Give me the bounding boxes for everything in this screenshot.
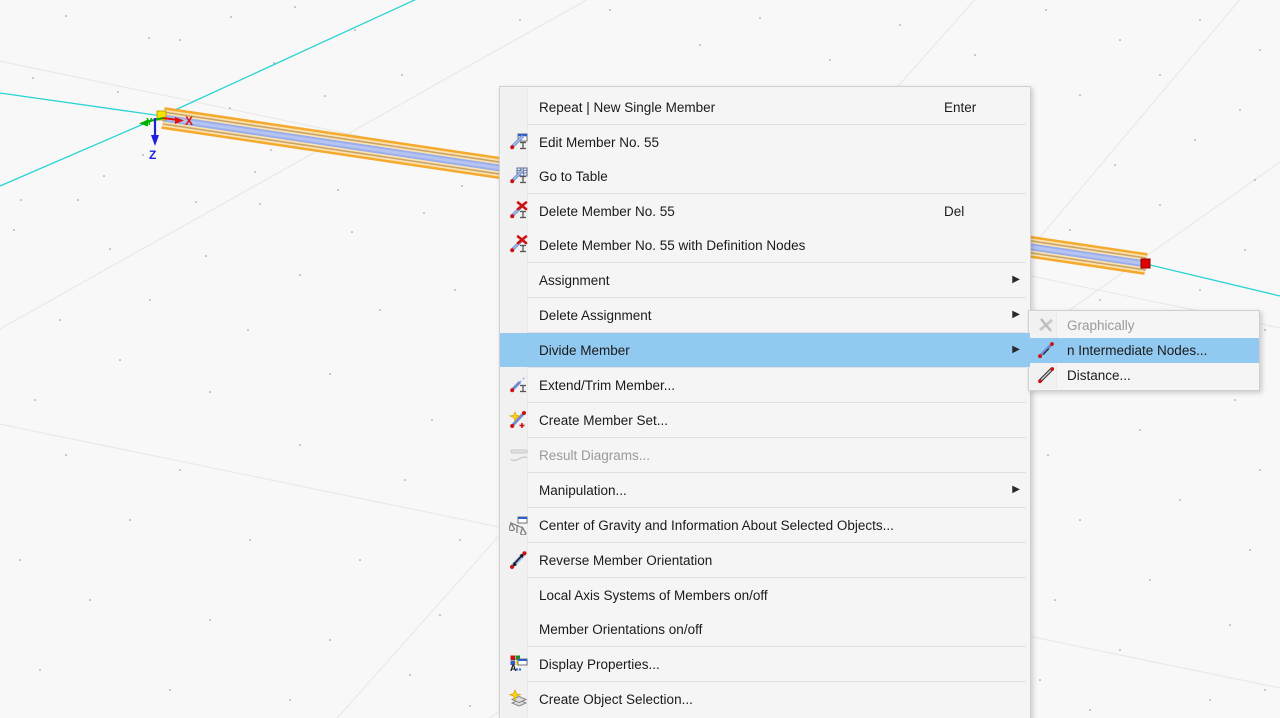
menu-item-reverse-member-orientation[interactable]: Reverse Member Orientation — [500, 543, 1030, 577]
menu-item-label: Create Object Selection... — [538, 692, 926, 707]
menu-item-label: Reverse Member Orientation — [538, 553, 926, 568]
delete-member-icon — [500, 194, 538, 228]
application-window: X Y Z Repeat | New Single MemberEnter Edi… — [0, 0, 1280, 718]
menu-item-label: Extend/Trim Member... — [538, 378, 926, 393]
menu-item-create-object-selection[interactable]: Create Object Selection... — [500, 682, 1030, 716]
menu-item-shortcut: Del — [926, 204, 1006, 219]
svg-text:A: A — [510, 663, 517, 673]
menu-item-manipulation[interactable]: Manipulation... ▶ — [500, 473, 1030, 507]
divide-member-submenu[interactable]: Graphically n Intermediate Nodes... Distan… — [1028, 310, 1260, 391]
axis-label-x: X — [185, 114, 193, 128]
submenu-item-label: Graphically — [1065, 318, 1249, 333]
delete-member-nodes-icon — [500, 228, 538, 262]
menu-item-label: Go to Table — [538, 169, 926, 184]
create-member-set-icon — [500, 403, 538, 437]
menu-item-repeat-new-single-member[interactable]: Repeat | New Single MemberEnter — [500, 90, 1030, 124]
menu-item-label: Manipulation... — [538, 483, 926, 498]
menu-item-label: Delete Member No. 55 — [538, 204, 926, 219]
reverse-orientation-icon — [500, 543, 538, 577]
menu-item-label: Delete Assignment — [538, 308, 926, 323]
menu-item-delete-assignment[interactable]: Delete Assignment ▶ — [500, 298, 1030, 332]
no-icon — [500, 612, 538, 646]
menu-item-label: Result Diagrams... — [538, 448, 926, 463]
menu-item-member-orientations-on-off[interactable]: Member Orientations on/off — [500, 612, 1030, 646]
menu-item-delete-member-no-55-with-definition-nodes[interactable]: Delete Member No. 55 with Definition Nod… — [500, 228, 1030, 262]
no-icon — [500, 333, 538, 367]
menu-item-label: Member Orientations on/off — [538, 622, 926, 637]
menu-item-label: Divide Member — [538, 343, 926, 358]
menu-item-edit-member-no-55[interactable]: Edit Member No. 55 — [500, 125, 1030, 159]
no-icon — [500, 263, 538, 297]
menu-item-delete-member-no-55[interactable]: Delete Member No. 55Del — [500, 194, 1030, 228]
submenu-item-label: n Intermediate Nodes... — [1065, 343, 1249, 358]
menu-item-extend-trim-member[interactable]: Extend/Trim Member... — [500, 368, 1030, 402]
edit-member-icon — [500, 125, 538, 159]
menu-item-shortcut: Enter — [926, 100, 1006, 115]
submenu-items: Graphically n Intermediate Nodes... Distan… — [1029, 313, 1259, 388]
go-to-table-icon — [500, 159, 538, 193]
display-properties-icon: A — [500, 647, 538, 681]
divide-n-nodes-icon — [1029, 338, 1065, 363]
menu-item-go-to-table[interactable]: Go to Table — [500, 159, 1030, 193]
submenu-arrow-icon: ▶ — [1006, 310, 1020, 320]
menu-item-center-of-gravity-and-information-about-se[interactable]: Center of Gravity and Information About … — [500, 508, 1030, 542]
axis-label-z: Z — [149, 148, 156, 162]
menu-item-display-properties[interactable]: A Display Properties... — [500, 647, 1030, 681]
divide-graphically-icon — [1029, 313, 1065, 338]
menu-item-local-axis-systems-of-members-on-off[interactable]: Local Axis Systems of Members on/off — [500, 578, 1030, 612]
no-icon — [500, 298, 538, 332]
divide-distance-icon — [1029, 363, 1065, 388]
create-object-selection-icon — [500, 682, 538, 716]
node-end — [1141, 259, 1150, 268]
menu-item-label: Center of Gravity and Information About … — [538, 518, 926, 533]
submenu-item-label: Distance... — [1065, 368, 1249, 383]
menu-item-divide-member[interactable]: Divide Member ▶ — [500, 333, 1030, 367]
menu-item-label: Local Axis Systems of Members on/off — [538, 588, 926, 603]
submenu-item-distance[interactable]: Distance... — [1029, 363, 1259, 388]
submenu-item-n-intermediate-nodes[interactable]: n Intermediate Nodes... — [1029, 338, 1259, 363]
menu-item-assignment[interactable]: Assignment ▶ — [500, 263, 1030, 297]
menu-item-label: Display Properties... — [538, 657, 926, 672]
submenu-item-graphically: Graphically — [1029, 313, 1259, 338]
submenu-arrow-icon: ▶ — [1006, 275, 1020, 285]
menu-item-label: Assignment — [538, 273, 926, 288]
no-icon — [500, 578, 538, 612]
menu-item-label: Create Member Set... — [538, 413, 926, 428]
result-diagrams-icon — [500, 438, 538, 472]
no-icon — [500, 90, 538, 124]
menu-item-label: Repeat | New Single Member — [538, 100, 926, 115]
center-of-gravity-icon — [500, 508, 538, 542]
extend-trim-icon — [500, 368, 538, 402]
menu-item-label: Delete Member No. 55 with Definition Nod… — [538, 238, 926, 253]
context-menu[interactable]: Repeat | New Single MemberEnter Edit Memb… — [499, 86, 1031, 718]
context-menu-items: Repeat | New Single MemberEnter Edit Memb… — [500, 90, 1030, 718]
axis-label-y: Y — [146, 117, 153, 128]
submenu-arrow-icon: ▶ — [1006, 345, 1020, 355]
menu-item-label: Edit Member No. 55 — [538, 135, 926, 150]
menu-item-create-member-set[interactable]: Create Member Set... — [500, 403, 1030, 437]
submenu-arrow-icon: ▶ — [1006, 485, 1020, 495]
no-icon — [500, 473, 538, 507]
menu-item-result-diagrams: Result Diagrams... — [500, 438, 1030, 472]
